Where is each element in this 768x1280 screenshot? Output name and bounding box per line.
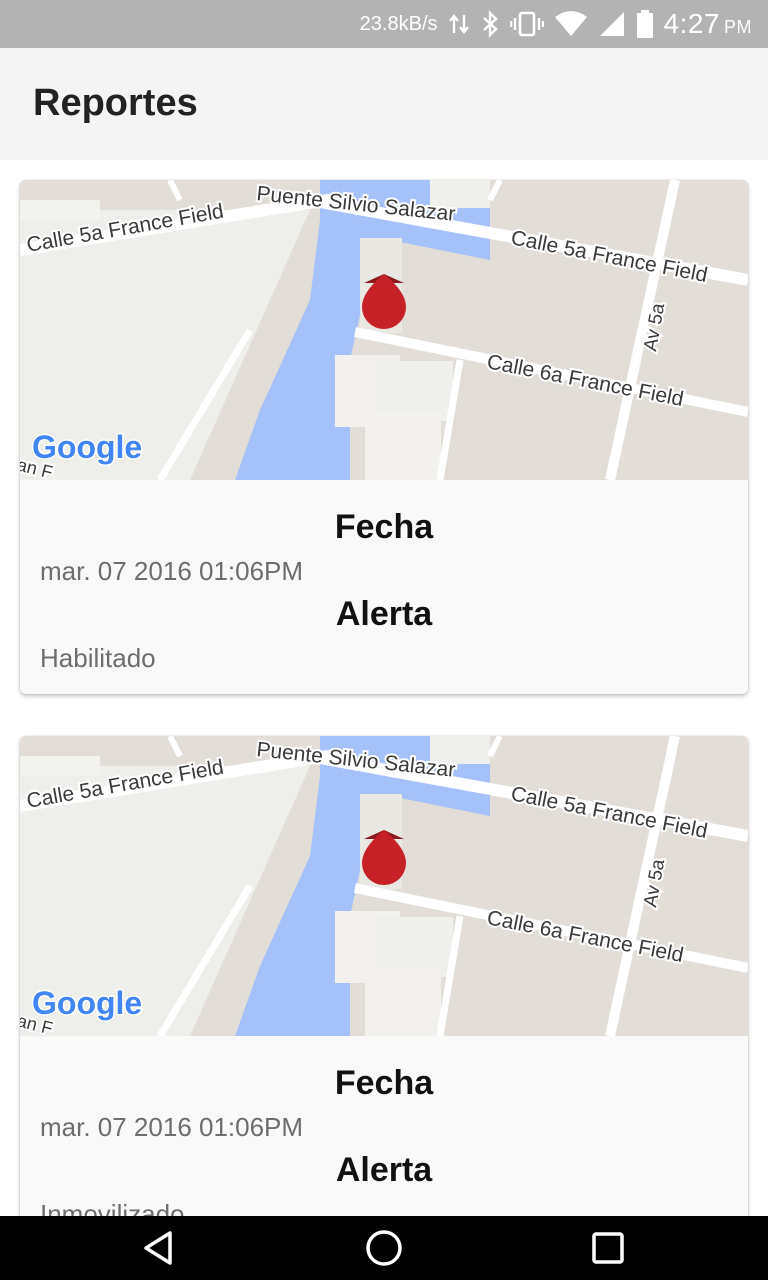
app-bar: Reportes [0,48,768,160]
report-card[interactable]: Calle 5a France Field Puente Silvio Sala… [20,180,748,694]
battery-icon [636,10,654,38]
fecha-value: mar. 07 2016 01:06PM [40,1112,304,1142]
fecha-label: Fecha [334,1064,434,1102]
google-logo: Google [32,429,142,465]
reports-list[interactable]: Calle 5a France Field Puente Silvio Sala… [0,160,768,1216]
report-details: Fecha mar. 07 2016 01:06PM Alerta Inmovi… [20,1036,748,1216]
bluetooth-icon [480,10,500,38]
location-marker-icon [362,830,406,885]
recents-button[interactable] [576,1224,640,1272]
fecha-label: Fecha [334,508,434,546]
report-card[interactable]: Calle 5a France Field Puente Silvio Sala… [20,736,748,1216]
google-logo: Google [32,985,142,1021]
alerta-value: Habilitado [40,643,156,673]
clock: 4:27 PM [663,8,752,39]
wifi-icon [554,11,588,37]
home-icon [366,1230,402,1266]
status-bar: 23.8kB/s 4:27 PM [0,0,768,48]
alerta-value: Inmovilizado [40,1199,185,1216]
cell-signal-icon [598,11,626,37]
vibrate-icon [509,11,544,37]
network-speed: 23.8kB/s [359,12,438,35]
location-marker-icon [362,274,406,329]
back-icon [144,1231,172,1265]
map-thumbnail[interactable]: Calle 5a France Field Puente Silvio Sala… [20,180,748,480]
alerta-label: Alerta [335,595,433,633]
back-button[interactable] [128,1224,192,1272]
navigation-bar [0,1216,768,1280]
report-details: Fecha mar. 07 2016 01:06PM Alerta Habili… [20,480,748,694]
map-thumbnail[interactable]: Calle 5a France Field Puente Silvio Sala… [20,736,748,1036]
page-title: Reportes [33,82,198,124]
data-transfer-icon [448,11,470,37]
recents-icon [592,1232,624,1264]
fecha-value: mar. 07 2016 01:06PM [40,556,304,586]
alerta-label: Alerta [335,1151,433,1189]
home-button[interactable] [352,1224,416,1272]
